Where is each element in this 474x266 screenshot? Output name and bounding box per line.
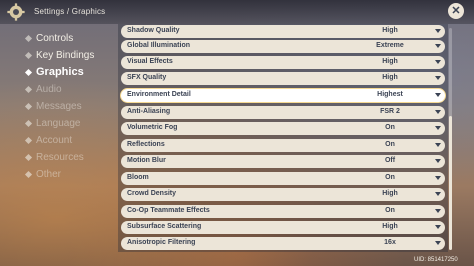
setting-row-sfx-quality[interactable]: SFX Quality High (121, 72, 445, 85)
chevron-down-icon[interactable] (435, 44, 441, 48)
sidebar-item-label: Account (36, 135, 73, 146)
setting-value: On (385, 141, 395, 148)
setting-value: On (385, 207, 395, 214)
top-bar: Settings / Graphics ✕ (0, 0, 474, 24)
setting-value: 16x (384, 239, 396, 246)
sidebar-item-graphics[interactable]: Graphics (24, 64, 116, 81)
sidebar-item-audio[interactable]: Audio (24, 81, 116, 98)
setting-label: Visual Effects (127, 58, 173, 65)
chevron-down-icon[interactable] (435, 29, 441, 33)
chevron-down-icon[interactable] (435, 225, 441, 229)
chevron-down-icon[interactable] (435, 159, 441, 163)
sidebar-item-label: Key Bindings (36, 50, 95, 61)
close-button[interactable]: ✕ (448, 3, 464, 19)
setting-value: FSR 2 (380, 108, 400, 115)
scrollbar[interactable] (449, 28, 452, 250)
diamond-bullet-icon (24, 170, 33, 179)
sidebar-item-label: Audio (36, 84, 62, 95)
sidebar-item-label: Messages (36, 101, 82, 112)
setting-value: High (382, 190, 398, 197)
chevron-down-icon[interactable] (435, 192, 441, 196)
setting-label: Anisotropic Filtering (127, 239, 196, 246)
setting-label: Shadow Quality (127, 27, 180, 34)
sidebar-item-language[interactable]: Language (24, 115, 116, 132)
setting-label: Anti-Aliasing (127, 108, 171, 115)
setting-value: Off (384, 157, 396, 164)
setting-row-motion-blur[interactable]: Motion Blur Off (121, 155, 445, 168)
chevron-down-icon[interactable] (435, 76, 441, 80)
setting-row-reflections[interactable]: Reflections On (121, 139, 445, 152)
chevron-down-icon[interactable] (435, 209, 441, 213)
sidebar-item-label: Other (36, 169, 62, 180)
setting-row-environment-detail[interactable]: Environment Detail Highest (121, 89, 445, 102)
settings-list: Shadow Quality High Global Illumination … (118, 24, 448, 252)
setting-value: On (385, 124, 395, 131)
setting-row-subsurface-scattering[interactable]: Subsurface Scattering High (121, 221, 445, 234)
chevron-down-icon[interactable] (435, 241, 441, 245)
breadcrumb: Settings / Graphics (34, 7, 106, 16)
setting-label: Co-Op Teammate Effects (127, 207, 210, 214)
setting-value: High (382, 58, 398, 65)
chevron-down-icon[interactable] (435, 60, 441, 64)
diamond-bullet-icon (24, 85, 33, 94)
setting-value: On (385, 174, 395, 181)
diamond-bullet-icon (24, 136, 33, 145)
setting-label: Crowd Density (127, 190, 177, 197)
setting-row-co-op-teammate-effects[interactable]: Co-Op Teammate Effects On (121, 205, 445, 218)
sidebar-item-label: Language (36, 118, 81, 129)
sidebar-item-label: Graphics (36, 66, 84, 78)
setting-row-global-illumination[interactable]: Global Illumination Extreme (121, 40, 445, 53)
chevron-down-icon[interactable] (435, 176, 441, 180)
setting-value: Highest (377, 91, 403, 98)
setting-value: High (382, 27, 398, 34)
sidebar-item-resources[interactable]: Resources (24, 149, 116, 166)
setting-row-volumetric-fog[interactable]: Volumetric Fog On (121, 122, 445, 135)
setting-row-anisotropic-filtering[interactable]: Anisotropic Filtering 16x (121, 237, 445, 250)
setting-value: High (382, 223, 398, 230)
setting-value: Extreme (376, 42, 404, 49)
sidebar-item-key-bindings[interactable]: Key Bindings (24, 47, 116, 64)
setting-label: Motion Blur (127, 157, 166, 164)
setting-row-anti-aliasing[interactable]: Anti-Aliasing FSR 2 (121, 106, 445, 119)
setting-label: Reflections (127, 141, 165, 148)
setting-row-crowd-density[interactable]: Crowd Density High (121, 188, 445, 201)
setting-label: Bloom (127, 174, 149, 181)
chevron-down-icon[interactable] (435, 110, 441, 114)
setting-label: Subsurface Scattering (127, 223, 202, 230)
sidebar-item-messages[interactable]: Messages (24, 98, 116, 115)
diamond-bullet-icon (24, 51, 33, 60)
settings-sidebar: Controls Key Bindings Graphics Audio Mes… (24, 30, 116, 183)
diamond-bullet-icon (24, 68, 33, 77)
setting-row-shadow-quality[interactable]: Shadow Quality High (121, 25, 445, 38)
setting-label: Global Illumination (127, 42, 190, 49)
sidebar-item-label: Controls (36, 33, 74, 44)
setting-value: High (382, 74, 398, 81)
setting-label: Volumetric Fog (127, 124, 178, 131)
chevron-down-icon[interactable] (435, 143, 441, 147)
diamond-bullet-icon (24, 153, 33, 162)
chevron-down-icon[interactable] (435, 93, 441, 97)
sidebar-item-label: Resources (36, 152, 84, 163)
setting-row-visual-effects[interactable]: Visual Effects High (121, 56, 445, 69)
uid-label: UID: 851417250 (414, 257, 458, 263)
sidebar-item-account[interactable]: Account (24, 132, 116, 149)
setting-row-bloom[interactable]: Bloom On (121, 172, 445, 185)
diamond-bullet-icon (24, 119, 33, 128)
gear-icon (7, 3, 25, 21)
sidebar-item-other[interactable]: Other (24, 166, 116, 183)
sidebar-item-controls[interactable]: Controls (24, 30, 116, 47)
chevron-down-icon[interactable] (435, 126, 441, 130)
diamond-bullet-icon (24, 102, 33, 111)
diamond-bullet-icon (24, 34, 33, 43)
close-icon: ✕ (451, 5, 461, 17)
setting-label: SFX Quality (127, 74, 167, 81)
setting-label: Environment Detail (127, 91, 191, 98)
scrollbar-thumb[interactable] (449, 116, 452, 250)
